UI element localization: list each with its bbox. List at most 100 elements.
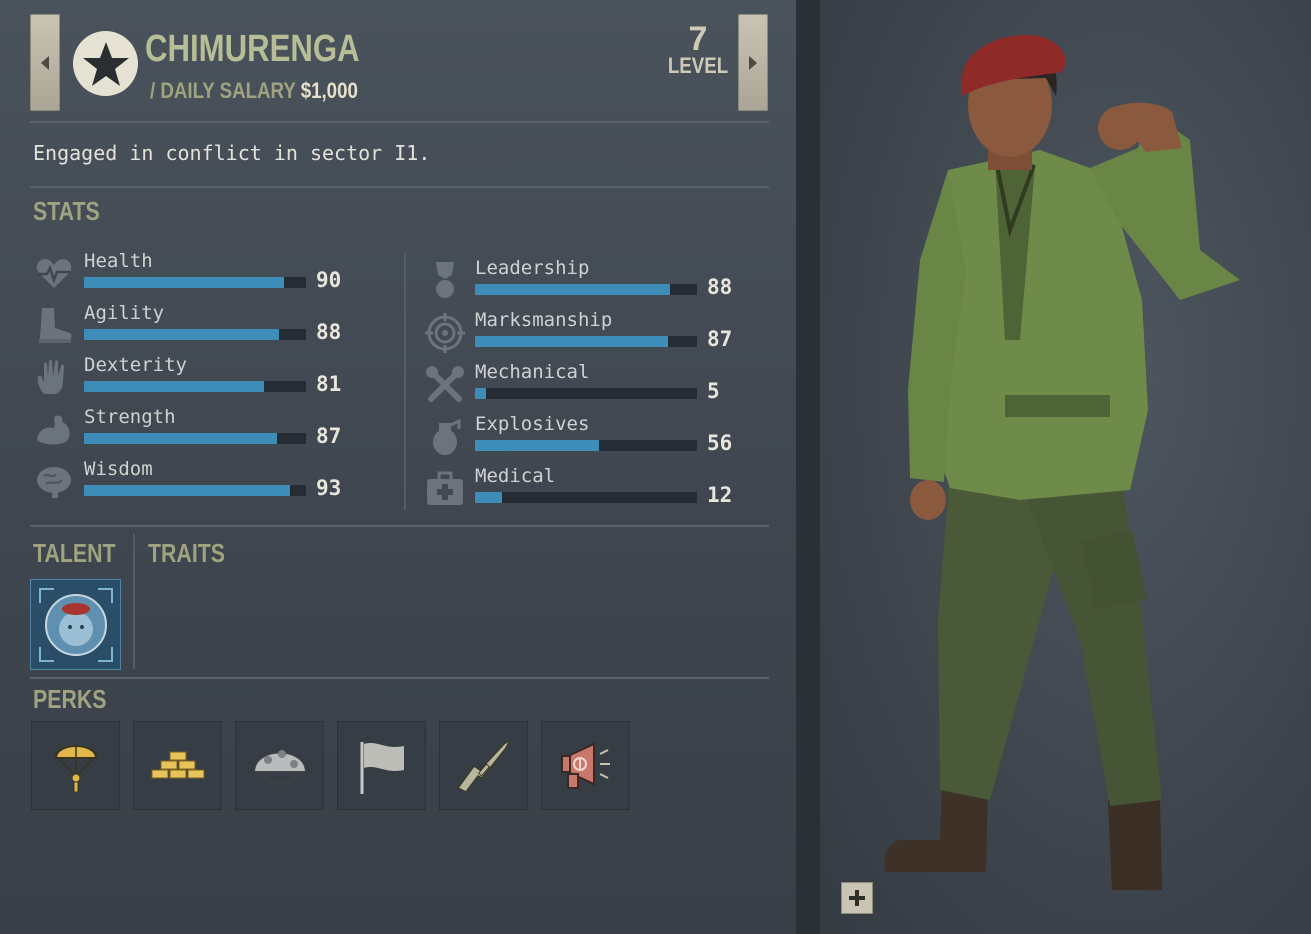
stat-marksmanship: Marksmanship 87 <box>425 309 745 363</box>
merc-portrait-panel <box>820 0 1311 934</box>
stat-label: Strength <box>84 406 176 428</box>
lion-talent-icon <box>38 587 113 662</box>
stat-leadership: Leadership 88 <box>425 257 745 311</box>
perk-slot-5[interactable] <box>439 721 528 810</box>
status-text: Engaged in conflict in sector I1. <box>33 141 431 165</box>
hand-icon <box>37 359 64 394</box>
stat-label: Marksmanship <box>475 309 613 331</box>
gold-bars-icon <box>151 751 204 778</box>
stat-label: Wisdom <box>84 458 153 480</box>
stat-bar-fill <box>475 388 487 399</box>
plus-icon <box>849 890 865 906</box>
stats-column-divider <box>404 252 406 510</box>
stat-value: 5 <box>707 379 720 403</box>
stat-value: 93 <box>316 476 342 500</box>
perk-slot-2[interactable] <box>133 721 222 810</box>
boot-icon <box>39 308 72 343</box>
level-label: LEVEL <box>667 53 729 78</box>
perks-heading: PERKS <box>33 684 107 714</box>
talent-traits-divider <box>133 534 135 669</box>
stat-label: Medical <box>475 465 556 487</box>
stat-agility: Agility 88 <box>34 302 354 356</box>
heart-icon <box>36 259 72 288</box>
stat-bar-fill <box>84 277 284 288</box>
merc-badge <box>73 31 138 96</box>
talent-heading: TALENT <box>33 538 116 568</box>
merc-name: CHIMURENGA <box>145 28 360 70</box>
salary-label: / DAILY SALARY <box>150 78 296 103</box>
crosshair-icon <box>425 313 465 353</box>
wrench-icon <box>426 366 464 402</box>
merc-info-panel: CHIMURENGA / DAILY SALARY $1,000 7 LEVEL… <box>0 0 798 934</box>
stat-bar <box>475 440 697 451</box>
stat-value: 12 <box>707 483 733 507</box>
stat-value: 87 <box>707 327 733 351</box>
header-divider <box>30 121 769 123</box>
merc-figure <box>884 35 1240 890</box>
medkit-icon <box>427 471 463 505</box>
helmet-icon <box>252 749 307 785</box>
stat-bar-fill <box>475 284 671 295</box>
white-flag-icon <box>360 741 404 794</box>
status-divider <box>30 186 769 188</box>
prev-merc-button[interactable] <box>30 14 60 111</box>
stat-dexterity: Dexterity 81 <box>34 354 354 408</box>
stat-mechanical: Mechanical 5 <box>425 361 745 415</box>
add-button[interactable] <box>841 882 873 914</box>
stat-bar-fill <box>475 492 502 503</box>
perk-slot-3[interactable] <box>235 721 324 810</box>
perk-slot-1[interactable] <box>31 721 120 810</box>
grenade-icon <box>433 418 461 455</box>
stat-strength: Strength 87 <box>34 406 354 460</box>
salary-row: / DAILY SALARY $1,000 <box>150 78 358 104</box>
arrow-left-icon <box>41 55 49 70</box>
stat-value: 87 <box>316 424 342 448</box>
next-merc-button[interactable] <box>738 14 768 111</box>
stat-bar <box>84 485 306 496</box>
stat-bar <box>475 492 697 503</box>
stat-label: Dexterity <box>84 354 187 376</box>
stat-bar <box>84 329 306 340</box>
stats-heading: STATS <box>33 196 100 226</box>
bicep-icon <box>37 415 70 445</box>
stat-value: 90 <box>316 268 342 292</box>
stat-label: Explosives <box>475 413 590 435</box>
stat-bar <box>475 336 697 347</box>
stat-label: Mechanical <box>475 361 590 383</box>
stat-bar-fill <box>475 440 600 451</box>
arrow-right-icon <box>749 55 757 70</box>
panel-separator <box>796 0 820 934</box>
stat-bar-fill <box>84 485 291 496</box>
perk-slot-6[interactable] <box>541 721 630 810</box>
stat-value: 88 <box>316 320 342 344</box>
stat-label: Leadership <box>475 257 590 279</box>
stat-bar-fill <box>84 433 278 444</box>
traits-heading: TRAITS <box>148 538 225 568</box>
stat-bar <box>475 284 697 295</box>
stat-bar <box>84 277 306 288</box>
stat-value: 88 <box>707 275 733 299</box>
brain-icon <box>37 467 71 498</box>
stat-explosives: Explosives 56 <box>425 413 745 467</box>
medal-icon <box>436 262 454 298</box>
perk-slot-4[interactable] <box>337 721 426 810</box>
stat-bar <box>84 381 306 392</box>
stat-wisdom: Wisdom 93 <box>34 458 354 512</box>
stat-value: 81 <box>316 372 342 396</box>
stat-bar-fill <box>475 336 669 347</box>
star-icon <box>82 41 129 86</box>
stat-label: Agility <box>84 302 165 324</box>
rifle-icon <box>456 737 512 793</box>
stats-divider <box>30 525 769 527</box>
salary-value: $1,000 <box>300 78 358 103</box>
stat-label: Health <box>84 250 153 272</box>
stat-bar <box>84 433 306 444</box>
parachute-icon <box>54 744 97 792</box>
stat-bar-fill <box>84 329 280 340</box>
talent-slot[interactable] <box>30 579 121 670</box>
megaphone-icon <box>560 741 610 789</box>
stat-value: 56 <box>707 431 733 455</box>
stat-bar <box>475 388 697 399</box>
talent-divider <box>30 677 769 679</box>
stat-bar-fill <box>84 381 264 392</box>
